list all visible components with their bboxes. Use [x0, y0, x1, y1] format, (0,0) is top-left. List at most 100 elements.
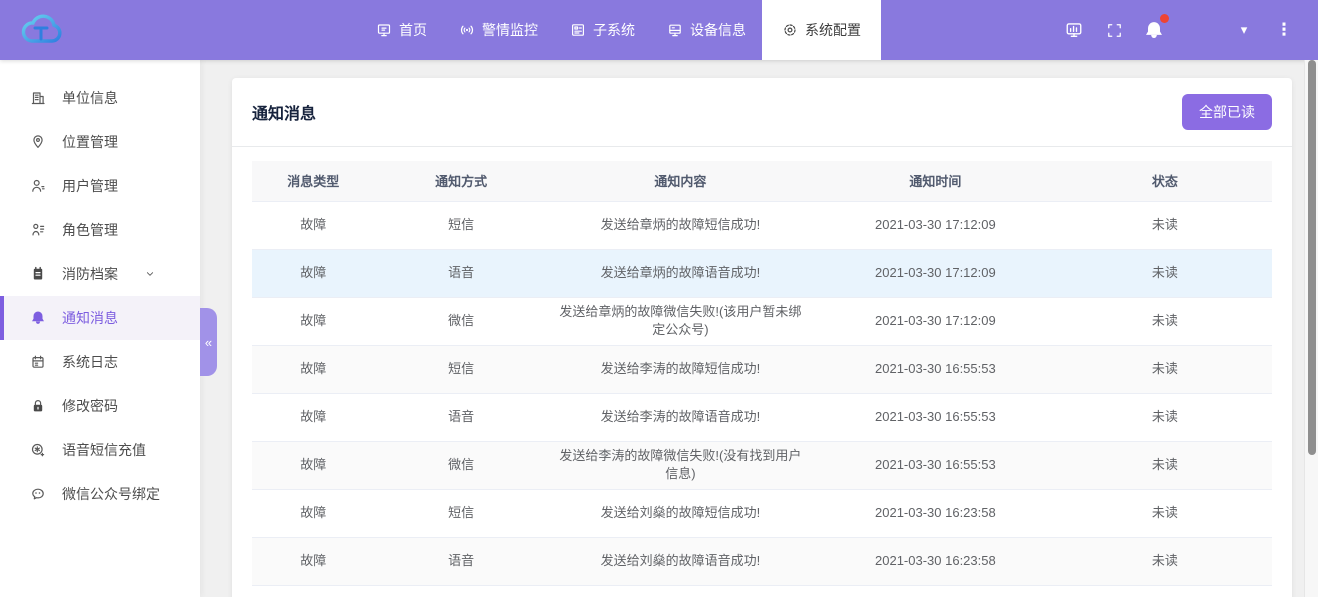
sidebar-item-label: 角色管理 — [62, 220, 118, 240]
table-row[interactable]: 故障 语音 发送给刘燊的故障语音成功! 2021-03-30 16:23:58 … — [252, 537, 1272, 585]
nav-item-device-info[interactable]: 设备信息 — [651, 0, 762, 60]
building-icon — [30, 90, 46, 106]
sidebar-item-label: 单位信息 — [62, 88, 118, 108]
cell-notify-content: 发送给李涛的故障微信失败!(没有找到用户信息) — [548, 441, 813, 489]
sidebar-item-location[interactable]: 位置管理 — [0, 120, 200, 164]
cell-notify-content: 发送给章炳的故障语音成功! — [548, 249, 813, 297]
notifications-table: 消息类型 通知方式 通知内容 通知时间 状态 故障 短信 发送给章炳的故障短信成… — [252, 161, 1272, 597]
sidebar-item-sms-recharge[interactable]: 语音短信充值 — [0, 428, 200, 472]
cell-notify-time: 2021-03-30 17:12:09 — [813, 249, 1058, 297]
cell-notify-time: 2021-03-30 17:12:09 — [813, 297, 1058, 345]
cell-status: 未读 — [1058, 201, 1272, 249]
chart-monitor-icon — [1065, 21, 1083, 39]
cell-message-type: 故障 — [252, 393, 374, 441]
recharge-icon — [30, 442, 46, 458]
page-title: 通知消息 — [252, 100, 316, 124]
cell-notify-time: 2021-03-30 16:55:53 — [813, 393, 1058, 441]
cell-notify-time: 2021-03-30 16:55:53 — [813, 345, 1058, 393]
fullscreen-button[interactable] — [1094, 0, 1134, 60]
nav-item-label: 警情监控 — [482, 20, 538, 40]
table-row[interactable]: 故障 短信 发送给刘燊的故障短信成功! 2021-03-30 16:23:58 … — [252, 489, 1272, 537]
sidebar-item-label: 修改密码 — [62, 396, 118, 416]
fullscreen-icon — [1106, 22, 1123, 39]
lock-icon — [30, 398, 46, 414]
app-screen: 首页 警情监控 子系统 — [0, 0, 1318, 597]
cell-notify-content: 发送给刘燊的故障语音成功! — [548, 537, 813, 585]
sidebar-item-fire-archive[interactable]: 消防档案 — [0, 252, 200, 296]
sidebar-item-label: 通知消息 — [62, 308, 118, 328]
nav-item-subsystem[interactable]: 子系统 — [554, 0, 651, 60]
scrollbar-thumb[interactable] — [1308, 60, 1316, 455]
cell-status: 未读 — [1058, 489, 1272, 537]
cell-message-type: 故障 — [252, 345, 374, 393]
subsystem-icon — [570, 22, 586, 38]
gear-icon — [782, 22, 798, 38]
sidebar-item-roles[interactable]: 角色管理 — [0, 208, 200, 252]
table-row[interactable]: 故障 短信 发送给李涛的故障短信成功! 2021-03-30 16:55:53 … — [252, 345, 1272, 393]
nav-item-alarm-monitor[interactable]: 警情监控 — [443, 0, 554, 60]
cell-notify-time: 2021-03-30 16:23:58 — [813, 537, 1058, 585]
more-menu-button[interactable]: ⋮ — [1264, 0, 1304, 60]
notifications-button[interactable] — [1134, 0, 1174, 60]
log-icon — [30, 354, 46, 370]
main-nav-menu: 首页 警情监控 子系统 — [360, 0, 881, 60]
sidebar-item-unit-info[interactable]: 单位信息 — [0, 76, 200, 120]
sidebar-item-label: 消防档案 — [62, 264, 118, 284]
nav-item-label: 系统配置 — [805, 20, 861, 40]
column-header: 状态 — [1058, 161, 1272, 201]
table-row[interactable]: 故障 短信 发送给章炳的故障短信成功! 2021-03-30 17:12:09 … — [252, 201, 1272, 249]
role-icon — [30, 222, 46, 238]
sidebar-item-users[interactable]: 用户管理 — [0, 164, 200, 208]
cell-notify-time: 2021-03-30 17:12:09 — [813, 201, 1058, 249]
cell-notify-content: 发送给李涛的故障短信成功! — [548, 345, 813, 393]
sidebar-item-system-log[interactable]: 系统日志 — [0, 340, 200, 384]
user-dropdown[interactable]: ▾ — [1224, 0, 1264, 60]
sidebar: 单位信息 位置管理 用户管理 角色管理 — [0, 60, 200, 597]
table-row[interactable]: 故障 微信 发送给章炳的故障微信失败!(该用户暂未绑定公众号) 2021-03-… — [252, 297, 1272, 345]
collapse-icon: « — [205, 335, 212, 350]
table-row[interactable]: 故障 微信 发送给李涛的故障微信失败!(没有找到用户信息) 2021-03-30… — [252, 441, 1272, 489]
sidebar-item-label: 系统日志 — [62, 352, 118, 372]
mark-all-read-button[interactable]: 全部已读 — [1182, 94, 1272, 130]
nav-item-home[interactable]: 首页 — [360, 0, 443, 60]
sidebar-item-change-password[interactable]: 修改密码 — [0, 384, 200, 428]
notifications-table-wrap: 消息类型 通知方式 通知内容 通知时间 状态 故障 短信 发送给章炳的故障短信成… — [232, 147, 1292, 597]
column-header: 通知时间 — [813, 161, 1058, 201]
navbar-tools: ▾ ⋮ — [1054, 0, 1318, 60]
table-row[interactable]: 故障 语音 发送给章炳的故障语音成功! 2021-03-30 17:12:09 … — [252, 249, 1272, 297]
bell-icon — [1144, 20, 1164, 40]
cell-status: 未读 — [1058, 297, 1272, 345]
cell-message-type: 故障 — [252, 249, 374, 297]
sidebar-item-notifications[interactable]: 通知消息 — [0, 296, 200, 340]
cell-status: 未读 — [1058, 345, 1272, 393]
page-scrollbar — [1304, 60, 1318, 597]
cell-status: 未读 — [1058, 537, 1272, 585]
cell-message-type: 故障 — [252, 441, 374, 489]
nav-item-label: 设备信息 — [690, 20, 746, 40]
sidebar-item-label: 用户管理 — [62, 176, 118, 196]
cell-notify-content: 发送给章炳的故障短信成功! — [548, 201, 813, 249]
table-row[interactable]: 故障 语音 发送给李涛的故障语音成功! 2021-03-30 16:55:53 … — [252, 393, 1272, 441]
sidebar-item-label: 语音短信充值 — [62, 440, 146, 460]
cell-notify-method: 微信 — [374, 441, 547, 489]
cell-notify-method: 短信 — [374, 201, 547, 249]
sidebar-item-label: 微信公众号绑定 — [62, 484, 160, 504]
user-icon — [30, 178, 46, 194]
sidebar-collapse-handle[interactable]: « — [200, 308, 217, 376]
column-header: 消息类型 — [252, 161, 374, 201]
chevron-down-icon: ▾ — [1241, 22, 1248, 38]
cell-notify-method: 语音 — [374, 537, 547, 585]
column-header: 通知方式 — [374, 161, 547, 201]
nav-item-system-config[interactable]: 系统配置 — [762, 0, 881, 60]
wechat-icon — [30, 486, 46, 502]
sidebar-item-wechat-binding[interactable]: 微信公众号绑定 — [0, 472, 200, 516]
cell-message-type: 故障 — [252, 537, 374, 585]
broadcast-icon — [459, 22, 475, 38]
cell-notify-time: 2021-03-30 16:23:58 — [813, 489, 1058, 537]
cell-notify-method: 语音 — [374, 393, 547, 441]
app-logo — [0, 0, 80, 60]
dashboard-button[interactable] — [1054, 0, 1094, 60]
home-monitor-icon — [376, 22, 392, 38]
cell-notify-content: 发送给章炳的故障微信失败!(该用户暂未绑定公众号) — [548, 297, 813, 345]
nav-item-label: 子系统 — [593, 20, 635, 40]
